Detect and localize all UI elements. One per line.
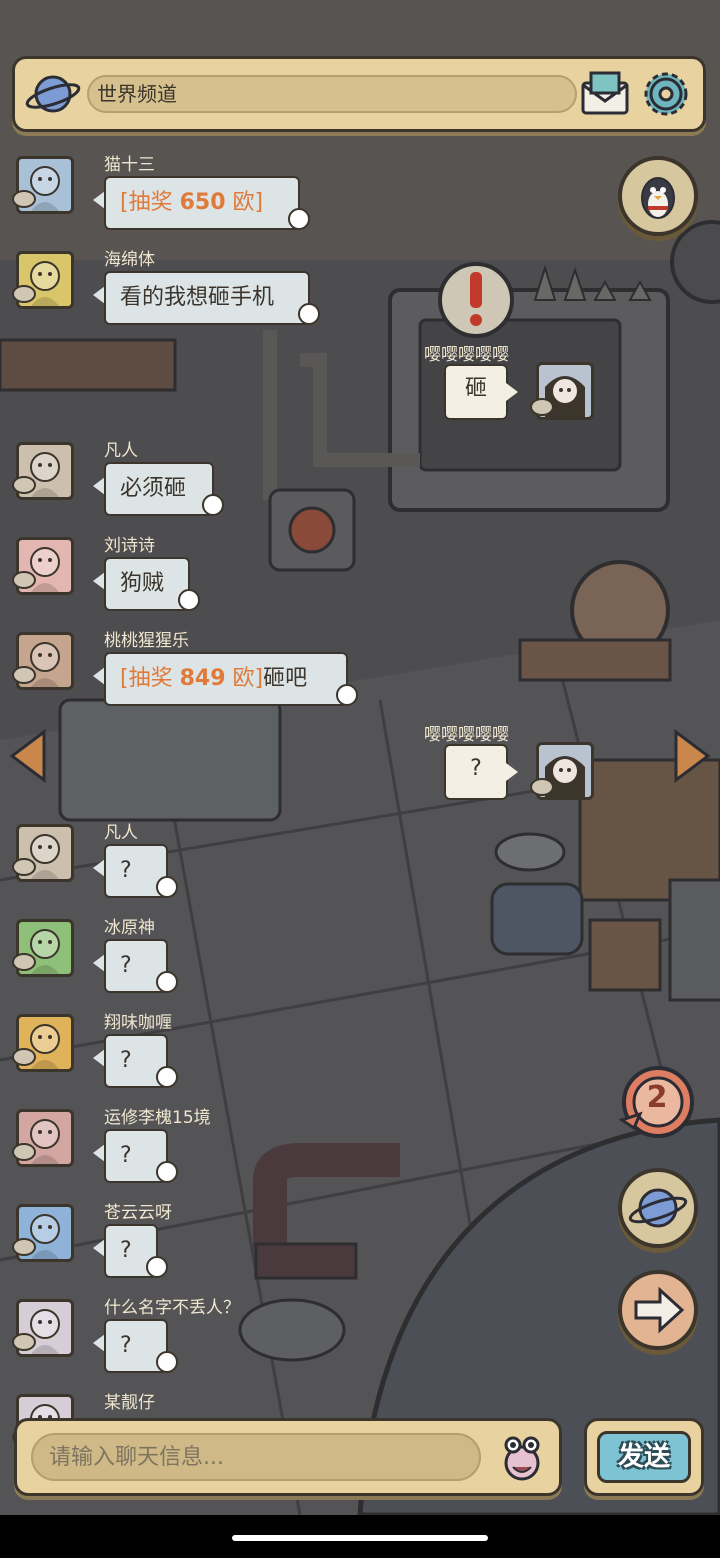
sender-name: 什么名字不丢人？ [104, 1298, 240, 1318]
send-panel: 发送 [584, 1418, 704, 1496]
message-text: ? [120, 1238, 132, 1263]
message-text: ? [120, 953, 132, 978]
eye-icon[interactable] [12, 1048, 36, 1066]
eye-icon[interactable] [12, 1333, 36, 1351]
sender-name: 某靓仔 [104, 1393, 155, 1413]
sender-name: 海绵体 [104, 250, 155, 270]
bubble-tail [506, 763, 518, 781]
message-text: 必须砸 [120, 476, 187, 501]
message-text-part: 欧] [225, 190, 264, 215]
more-icon[interactable] [336, 684, 358, 706]
sender-name: 凡人 [104, 823, 138, 843]
more-icon[interactable] [298, 303, 320, 325]
mail-icon[interactable] [579, 69, 631, 117]
sender-name: 苍云云呀 [104, 1203, 172, 1223]
world-channel-button[interactable] [618, 1168, 698, 1248]
sender-name: 运修李槐15境 [104, 1108, 211, 1128]
sender-name: 凡人 [104, 441, 138, 461]
planet-icon [25, 75, 81, 113]
lottery-amount: 650 [179, 190, 226, 215]
eye-icon[interactable] [12, 571, 36, 589]
sender-name: 桃桃猩猩乐 [104, 631, 189, 651]
message-text-part: 砸吧 [263, 666, 308, 691]
sender-name: 嘤嘤嘤嘤嘤 [424, 345, 509, 365]
eye-icon[interactable] [12, 666, 36, 684]
more-icon[interactable] [156, 1161, 178, 1183]
eye-icon[interactable] [530, 778, 554, 796]
message-text-part: [抽奖 [120, 190, 180, 215]
next-button[interactable] [618, 1270, 698, 1350]
more-icon[interactable] [156, 1351, 178, 1373]
sender-name: 嘤嘤嘤嘤嘤 [424, 725, 509, 745]
message-bubble[interactable]: [抽奖 849 欧]砸吧 [104, 652, 348, 706]
eye-icon[interactable] [530, 398, 554, 416]
message-text: ? [120, 858, 132, 883]
lottery-amount: 849 [179, 666, 226, 691]
eye-icon[interactable] [12, 476, 36, 494]
message-bubble[interactable]: 必须砸 [104, 462, 214, 516]
channel-title[interactable]: 世界频道 [87, 75, 577, 113]
more-icon[interactable] [146, 1256, 168, 1278]
home-indicator[interactable] [232, 1535, 488, 1541]
sender-name: 翔味咖喱 [104, 1013, 172, 1033]
message-bubble[interactable]: 看的我想砸手机 [104, 271, 310, 325]
message-bubble[interactable]: 砸 [444, 364, 508, 420]
message-text-part: [抽奖 [120, 666, 180, 691]
penguin-icon [641, 177, 675, 219]
message-text: ? [120, 1333, 132, 1358]
qq-button[interactable] [618, 156, 698, 236]
right-arrow-button[interactable] [672, 728, 712, 784]
message-text: ? [120, 1048, 132, 1073]
more-icon[interactable] [178, 589, 200, 611]
more-icon[interactable] [156, 1066, 178, 1088]
chat-input[interactable] [31, 1433, 481, 1481]
arrow-right-icon [634, 1286, 685, 1334]
message-bubble[interactable]: [抽奖 650 欧] [104, 176, 300, 230]
more-icon[interactable] [156, 971, 178, 993]
sender-name: 猫十三 [104, 155, 155, 175]
composer-bar [14, 1418, 562, 1496]
message-bubble[interactable]: ? [444, 744, 508, 800]
eye-icon[interactable] [12, 190, 36, 208]
message-text-part: 欧] [225, 666, 264, 691]
bubble-tail [506, 383, 518, 401]
eye-icon[interactable] [12, 858, 36, 876]
send-button[interactable]: 发送 [597, 1431, 691, 1483]
notification-badge[interactable]: 2 [614, 1064, 700, 1144]
top-bar: 世界频道 [12, 56, 706, 132]
message-bubble[interactable]: 狗贼 [104, 557, 190, 611]
message-text: 看的我想砸手机 [120, 285, 275, 310]
left-arrow-button[interactable] [8, 728, 48, 784]
emoji-icon[interactable] [495, 1431, 549, 1485]
eye-icon[interactable] [12, 1143, 36, 1161]
eye-icon[interactable] [12, 953, 36, 971]
message-text: 狗贼 [120, 571, 165, 596]
sender-name: 刘诗诗 [104, 536, 155, 556]
gear-icon[interactable] [639, 67, 693, 121]
notification-count: 2 [646, 1080, 668, 1115]
message-text: ? [120, 1143, 132, 1168]
more-icon[interactable] [156, 876, 178, 898]
more-icon[interactable] [288, 208, 310, 230]
more-icon[interactable] [202, 494, 224, 516]
planet-icon [628, 1188, 688, 1228]
sender-name: 冰原神 [104, 918, 155, 938]
eye-icon[interactable] [12, 1238, 36, 1256]
eye-icon[interactable] [12, 285, 36, 303]
